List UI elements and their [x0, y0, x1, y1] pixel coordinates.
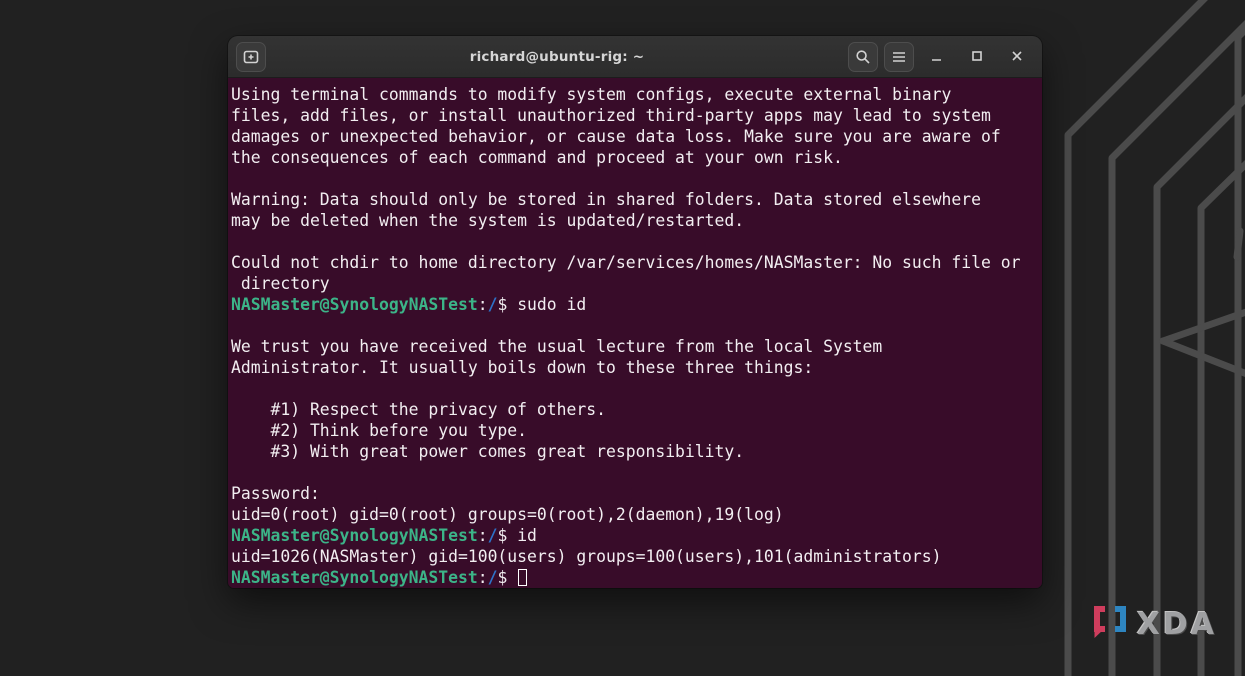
terminal-line: uid=1026(NASMaster) gid=100(users) group…	[231, 546, 1040, 567]
terminal-line: Warning: Data should only be stored in s…	[231, 189, 1040, 210]
terminal-line	[231, 315, 1040, 336]
terminal-line: may be deleted when the system is update…	[231, 210, 1040, 231]
terminal-line: #3) With great power comes great respons…	[231, 441, 1040, 462]
terminal-line	[231, 168, 1040, 189]
terminal-line: Could not chdir to home directory /var/s…	[231, 252, 1040, 273]
search-icon	[855, 49, 871, 65]
terminal-line	[231, 462, 1040, 483]
menu-icon	[891, 50, 907, 64]
terminal-line: NASMaster@SynologyNASTest:/$ sudo id	[231, 294, 1040, 315]
maximize-button[interactable]	[960, 42, 994, 72]
maximize-icon	[971, 47, 983, 66]
window-title: richard@ubuntu-rig: ~	[266, 49, 848, 65]
terminal-line: NASMaster@SynologyNASTest:/$	[231, 567, 1040, 588]
terminal-line: directory	[231, 273, 1040, 294]
new-tab-button[interactable]	[236, 42, 266, 72]
minimize-button[interactable]	[920, 42, 954, 72]
terminal-line: We trust you have received the usual lec…	[231, 336, 1040, 357]
xda-watermark: XDA	[1091, 604, 1217, 644]
terminal-line: Using terminal commands to modify system…	[231, 84, 1040, 105]
terminal-body[interactable]: Using terminal commands to modify system…	[228, 78, 1042, 588]
terminal-line: files, add files, or install unauthorize…	[231, 105, 1040, 126]
minimize-icon	[931, 47, 943, 66]
terminal-line: Administrator. It usually boils down to …	[231, 357, 1040, 378]
terminal-line	[231, 378, 1040, 399]
new-tab-icon	[243, 50, 259, 64]
close-button[interactable]	[1000, 42, 1034, 72]
terminal-line: #2) Think before you type.	[231, 420, 1040, 441]
terminal-line: Password:	[231, 483, 1040, 504]
terminal-cursor	[518, 569, 527, 586]
terminal-line	[231, 231, 1040, 252]
search-button[interactable]	[848, 42, 878, 72]
titlebar[interactable]: richard@ubuntu-rig: ~	[228, 36, 1042, 78]
terminal-line: uid=0(root) gid=0(root) groups=0(root),2…	[231, 504, 1040, 525]
xda-logo-text: XDA	[1137, 607, 1217, 642]
menu-button[interactable]	[884, 42, 914, 72]
terminal-line: #1) Respect the privacy of others.	[231, 399, 1040, 420]
terminal-line: the consequences of each command and pro…	[231, 147, 1040, 168]
background-line-art	[1015, 0, 1245, 676]
close-icon	[1011, 47, 1023, 66]
terminal-line: NASMaster@SynologyNASTest:/$ id	[231, 525, 1040, 546]
terminal-window: richard@ubuntu-rig: ~	[228, 36, 1042, 588]
xda-logo-icon	[1091, 604, 1129, 644]
terminal-line: damages or unexpected behavior, or cause…	[231, 126, 1040, 147]
